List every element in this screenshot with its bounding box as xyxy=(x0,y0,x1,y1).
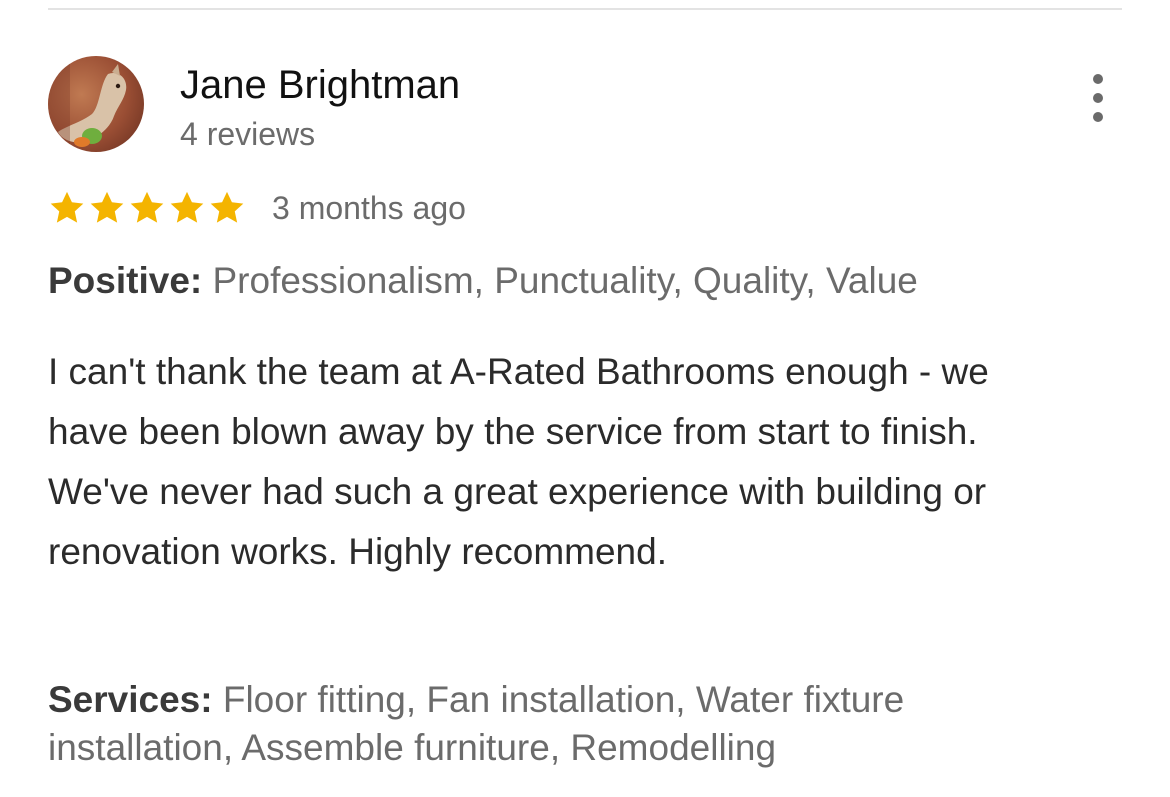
review-count[interactable]: 4 reviews xyxy=(180,114,315,154)
more-vertical-icon-dot xyxy=(1093,93,1103,103)
star-icon xyxy=(210,191,244,223)
star-icon xyxy=(50,191,84,223)
review-date: 3 months ago xyxy=(272,190,466,226)
star-icon xyxy=(90,191,124,223)
reviewer-name[interactable]: Jane Brightman xyxy=(180,62,460,108)
review-card: Jane Brightman 4 reviews 3 months ago Po… xyxy=(0,0,1170,797)
avatar-photo-icon xyxy=(48,56,144,152)
positive-label: Positive: xyxy=(48,260,203,301)
star-rating xyxy=(48,189,246,227)
services-label: Services: xyxy=(48,679,213,720)
rating-row: 3 months ago xyxy=(48,184,466,232)
star-icon xyxy=(170,191,204,223)
star-icon xyxy=(130,191,164,223)
positive-value: Professionalism, Punctuality, Quality, V… xyxy=(212,260,918,301)
more-options-button[interactable] xyxy=(1082,74,1114,122)
review-text: I can't thank the team at A-Rated Bathro… xyxy=(48,351,989,572)
more-vertical-icon-dot xyxy=(1093,112,1103,122)
divider xyxy=(48,8,1122,10)
more-vertical-icon xyxy=(1093,74,1103,84)
positive-attributes: Positive: Professionalism, Punctuality, … xyxy=(48,258,918,304)
services-list: Services: Floor fitting, Fan installatio… xyxy=(48,676,1088,768)
avatar[interactable] xyxy=(48,56,144,152)
